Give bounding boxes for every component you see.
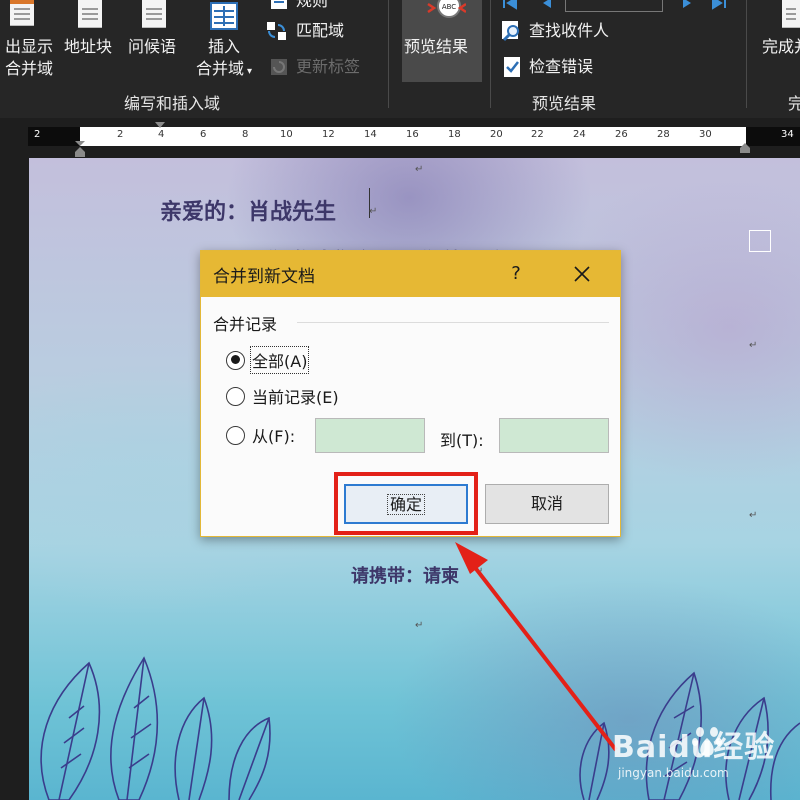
baidu-watermark: Baidu经验 jingyan.baidu.com bbox=[612, 722, 792, 792]
watermark-url: jingyan.baidu.com bbox=[618, 766, 729, 780]
red-arrow-icon bbox=[455, 542, 618, 752]
watermark-brand: Baidu经验 bbox=[612, 730, 776, 765]
